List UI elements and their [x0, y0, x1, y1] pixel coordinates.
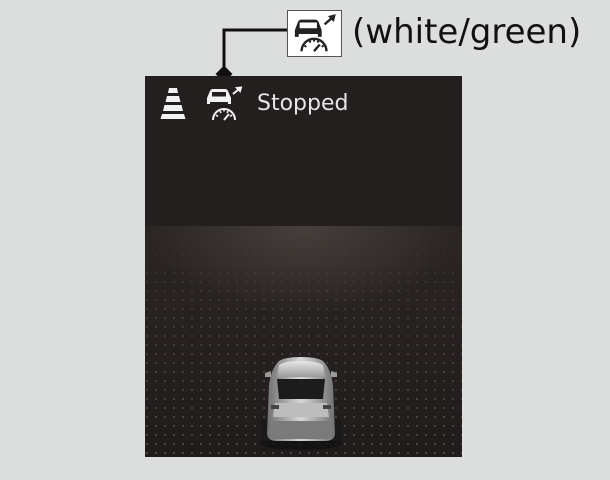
status-bar: Stopped: [145, 76, 462, 136]
callout-label: (white/green): [352, 12, 582, 52]
instrument-display: Stopped: [145, 76, 462, 457]
own-vehicle-icon: [259, 357, 343, 450]
acc-status-text: Stopped: [257, 91, 349, 116]
acc-car-speedometer-icon: [287, 10, 342, 57]
acc-car-speedometer-icon: [207, 86, 243, 121]
callout-leader-line: [215, 28, 290, 82]
lane-keeping-icon: [160, 88, 186, 119]
